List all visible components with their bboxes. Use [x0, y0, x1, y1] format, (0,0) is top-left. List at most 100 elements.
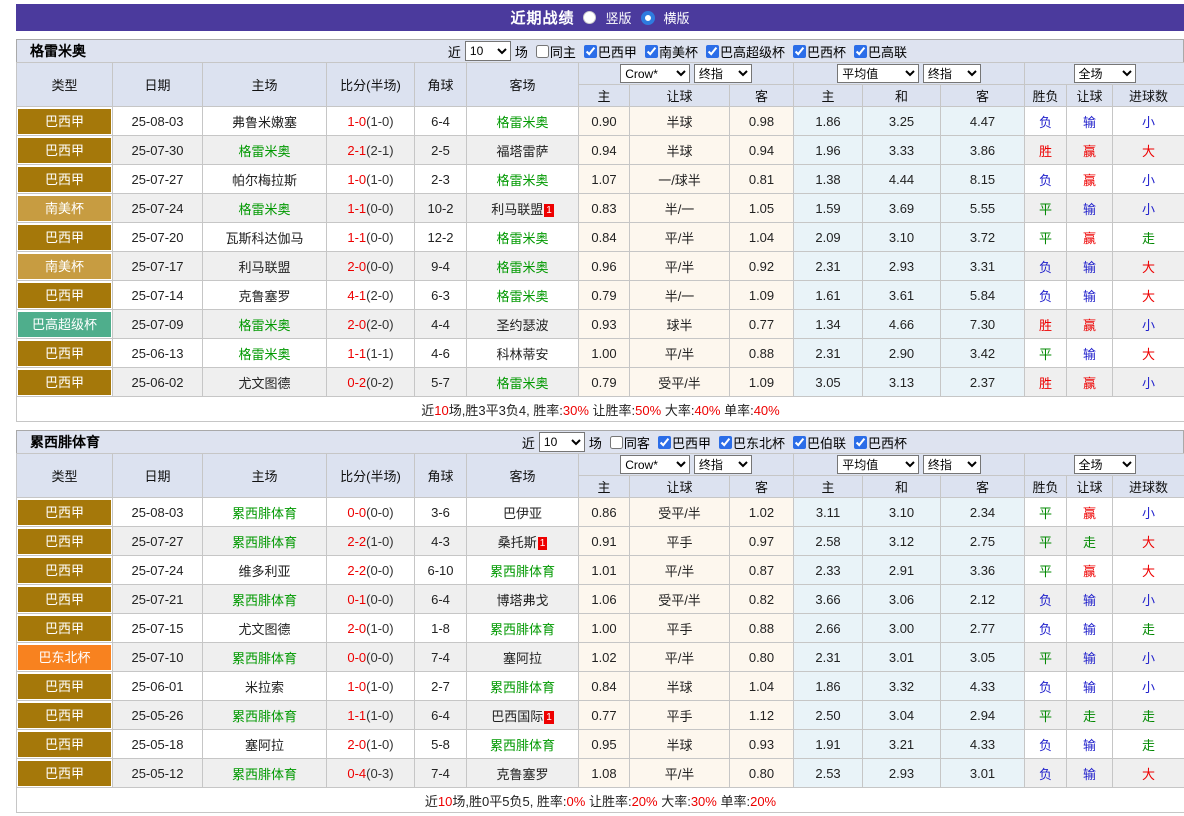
- result-goals-cell: 小: [1113, 194, 1184, 223]
- league-checkbox[interactable]: [854, 436, 867, 449]
- bookmaker-select[interactable]: Crow*: [620, 64, 690, 83]
- match-row: 南美杯25-07-17利马联盟2-0(0-0)9-4格雷米奥0.96平/半0.9…: [17, 252, 1184, 281]
- result-goals-cell: 走: [1113, 701, 1184, 730]
- league-checkbox[interactable]: [584, 45, 597, 58]
- avg-away-cell: 2.75: [941, 527, 1025, 556]
- league-checkbox[interactable]: [645, 45, 658, 58]
- horizontal-layout-label[interactable]: 横版: [664, 8, 690, 27]
- away-team-cell: 格雷米奥: [467, 223, 579, 252]
- match-row: 巴高超级杯25-07-09格雷米奥2-0(2-0)4-4圣约瑟波0.93球半0.…: [17, 310, 1184, 339]
- average-select[interactable]: 平均值: [837, 455, 919, 474]
- date-cell: 25-07-24: [113, 556, 203, 585]
- date-cell: 25-05-26: [113, 701, 203, 730]
- league-checkbox[interactable]: [854, 45, 867, 58]
- average-select[interactable]: 平均值: [837, 64, 919, 83]
- league-checkbox[interactable]: [706, 45, 719, 58]
- league-checkbox[interactable]: [793, 436, 806, 449]
- halftime-score: (0-0): [366, 563, 393, 578]
- match-row: 巴西甲25-06-02尤文图德0-2(0-2)5-7格雷米奥0.79受平/半1.…: [17, 368, 1184, 397]
- avg-away-cell: 3.01: [941, 759, 1025, 788]
- result-handicap-cell: 走: [1067, 527, 1113, 556]
- sections-container: 格雷米奥近10场同主巴西甲南美杯巴高超级杯巴西杯巴高联类型日期主场比分(半场)角…: [16, 39, 1184, 813]
- result-handicap-cell: 输: [1067, 339, 1113, 368]
- column-header: 角球: [415, 454, 467, 498]
- away-team-cell: 塞阿拉: [467, 643, 579, 672]
- avg-home-cell: 2.09: [794, 223, 863, 252]
- league-label: 巴西杯: [807, 42, 846, 61]
- avg-draw-cell: 3.06: [863, 585, 941, 614]
- summary-part: 50%: [635, 403, 661, 418]
- halftime-score: (1-0): [366, 114, 393, 129]
- home-team-cell: 瓦斯科达伽马: [203, 223, 327, 252]
- match-row: 巴西甲25-07-30格雷米奥2-1(2-1)2-5福塔雷萨0.94半球0.94…: [17, 136, 1184, 165]
- column-header: 类型: [17, 454, 113, 498]
- bookmaker-time-select[interactable]: 终指: [694, 64, 752, 83]
- average-time-select[interactable]: 终指: [923, 455, 981, 474]
- summary-part: 场,胜0平5负5, 胜率:: [452, 794, 566, 809]
- avg-away-cell: 2.94: [941, 701, 1025, 730]
- league-type-chip: 巴西甲: [18, 732, 111, 757]
- home-team-cell: 格雷米奥: [203, 194, 327, 223]
- halftime-score: (0-0): [366, 230, 393, 245]
- result-winloss-cell: 负: [1025, 759, 1067, 788]
- horizontal-layout-radio[interactable]: [641, 11, 655, 25]
- league-checkbox[interactable]: [793, 45, 806, 58]
- summary-part: 让胜率:: [585, 794, 631, 809]
- score-cell: 0-2(0-2): [327, 368, 415, 397]
- same-venue-checkbox[interactable]: [536, 45, 549, 58]
- column-subheader: 让球: [1067, 85, 1113, 107]
- avg-away-cell: 4.33: [941, 730, 1025, 759]
- halftime-score: (0-0): [366, 259, 393, 274]
- match-row: 巴西甲25-05-12累西腓体育0-4(0-3)7-4克鲁塞罗1.08平/半0.…: [17, 759, 1184, 788]
- fulltime-score: 0-0: [347, 650, 366, 665]
- fulltime-score: 2-0: [347, 259, 366, 274]
- vertical-layout-label[interactable]: 竖版: [605, 8, 631, 27]
- summary-part: 单率:: [720, 403, 753, 418]
- league-label: 南美杯: [659, 42, 698, 61]
- recent-count-select[interactable]: 10: [465, 41, 511, 61]
- league-checkbox[interactable]: [719, 436, 732, 449]
- odds-handicap-cell: 平手: [630, 614, 730, 643]
- average-time-select[interactable]: 终指: [923, 64, 981, 83]
- same-venue-checkbox[interactable]: [610, 436, 623, 449]
- scope-select[interactable]: 全场: [1074, 455, 1136, 474]
- result-handicap-cell: 输: [1067, 281, 1113, 310]
- fulltime-score: 2-0: [347, 317, 366, 332]
- column-subheader: 让球: [630, 85, 730, 107]
- odds-home-cell: 0.91: [579, 527, 630, 556]
- corners-cell: 4-6: [415, 339, 467, 368]
- date-cell: 25-07-15: [113, 614, 203, 643]
- column-subheader: 客: [730, 476, 794, 498]
- result-goals-cell: 大: [1113, 339, 1184, 368]
- corners-cell: 5-8: [415, 730, 467, 759]
- vertical-layout-radio[interactable]: [583, 11, 596, 24]
- corners-cell: 10-2: [415, 194, 467, 223]
- home-team-cell: 利马联盟: [203, 252, 327, 281]
- column-subheader: 主: [579, 476, 630, 498]
- halftime-score: (2-1): [366, 143, 393, 158]
- summary-part: 0%: [567, 794, 586, 809]
- score-cell: 1-0(1-0): [327, 165, 415, 194]
- avg-home-cell: 2.33: [794, 556, 863, 585]
- bookmaker-select[interactable]: Crow*: [620, 455, 690, 474]
- avg-away-cell: 4.33: [941, 672, 1025, 701]
- recent-count-select[interactable]: 10: [539, 432, 585, 452]
- avg-away-cell: 3.05: [941, 643, 1025, 672]
- league-type-chip: 巴西甲: [18, 109, 111, 134]
- odds-handicap-cell: 半球: [630, 136, 730, 165]
- scope-select[interactable]: 全场: [1074, 64, 1136, 83]
- column-subheader: 主: [794, 476, 863, 498]
- home-team-name: 格雷米奥: [238, 347, 290, 362]
- score-cell: 4-1(2-0): [327, 281, 415, 310]
- home-team-cell: 格雷米奥: [203, 136, 327, 165]
- avg-home-cell: 1.86: [794, 107, 863, 136]
- bookmaker-time-select[interactable]: 终指: [694, 455, 752, 474]
- bookmaker-select-cell: Crow* 终指: [579, 454, 794, 476]
- team-name: 格雷米奥: [30, 41, 86, 61]
- home-team-cell: 累西腓体育: [203, 643, 327, 672]
- odds-away-cell: 0.82: [730, 585, 794, 614]
- away-team-cell: 利马联盟1: [467, 194, 579, 223]
- league-checkbox[interactable]: [658, 436, 671, 449]
- away-team-name: 桑托斯: [498, 535, 537, 550]
- avg-draw-cell: 3.13: [863, 368, 941, 397]
